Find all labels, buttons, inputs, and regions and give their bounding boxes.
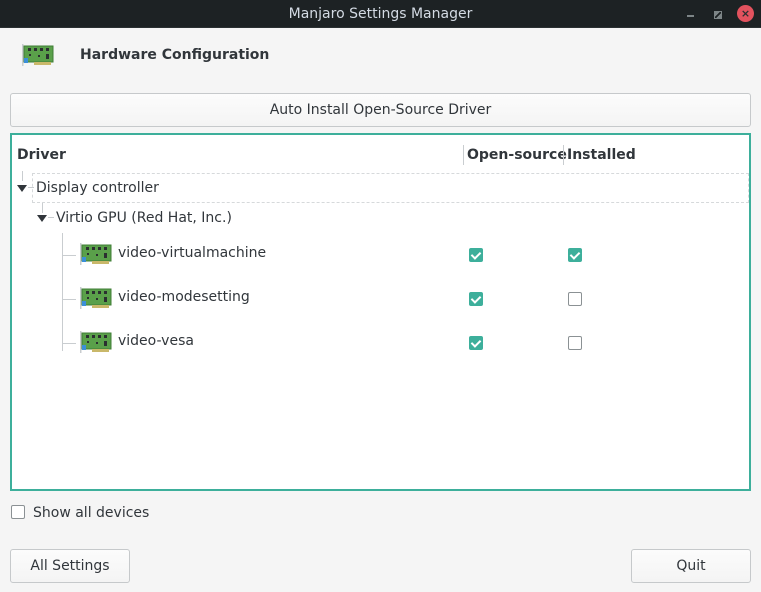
open-source-checkbox[interactable]	[469, 248, 483, 262]
tree-row-virtio-gpu[interactable]: Virtio GPU (Red Hat, Inc.)	[12, 203, 749, 233]
tree-row-display-controller[interactable]: Display controller	[12, 173, 749, 203]
installed-checkbox[interactable]	[568, 336, 582, 350]
show-all-devices-label[interactable]: Show all devices	[33, 505, 149, 521]
page-title: Hardware Configuration	[80, 47, 270, 63]
open-source-checkbox[interactable]	[469, 292, 483, 306]
driver-name: video-vesa	[118, 333, 194, 349]
auto-install-button[interactable]: Auto Install Open-Source Driver	[10, 93, 751, 127]
window-title: Manjaro Settings Manager	[288, 6, 473, 22]
expand-arrow-icon[interactable]	[17, 185, 27, 192]
quit-button[interactable]: Quit	[631, 549, 751, 583]
hardware-card-icon	[79, 287, 112, 310]
column-separator[interactable]	[563, 145, 564, 165]
column-header-open-source[interactable]: Open-source	[467, 147, 567, 163]
driver-row[interactable]: video-virtualmachine	[12, 233, 749, 277]
installed-checkbox[interactable]	[568, 248, 582, 262]
show-all-devices-checkbox[interactable]	[11, 505, 25, 519]
column-separator[interactable]	[463, 145, 464, 165]
maximize-icon[interactable]	[709, 6, 725, 22]
driver-name: video-virtualmachine	[118, 245, 267, 261]
driver-name: video-modesetting	[118, 289, 250, 305]
hardware-card-icon	[21, 44, 54, 67]
driver-row[interactable]: video-vesa	[12, 321, 749, 365]
driver-tree[interactable]: Driver Open-source Installed Display con…	[10, 133, 751, 491]
close-icon[interactable]: ×	[737, 5, 754, 22]
category-label: Display controller	[36, 180, 159, 196]
page-header: Hardware Configuration	[0, 28, 761, 88]
title-bar: Manjaro Settings Manager ×	[0, 0, 761, 28]
hardware-card-icon	[79, 243, 112, 266]
column-header-installed[interactable]: Installed	[567, 147, 636, 163]
expand-arrow-icon[interactable]	[37, 215, 47, 222]
all-settings-button[interactable]: All Settings	[10, 549, 130, 583]
column-header-driver[interactable]: Driver	[17, 147, 66, 163]
installed-checkbox[interactable]	[568, 292, 582, 306]
device-label: Virtio GPU (Red Hat, Inc.)	[56, 210, 232, 226]
show-all-devices-toggle[interactable]: Show all devices	[11, 505, 211, 523]
minimize-icon[interactable]	[683, 6, 699, 22]
open-source-checkbox[interactable]	[469, 336, 483, 350]
driver-row[interactable]: video-modesetting	[12, 277, 749, 321]
hardware-card-icon	[79, 331, 112, 354]
